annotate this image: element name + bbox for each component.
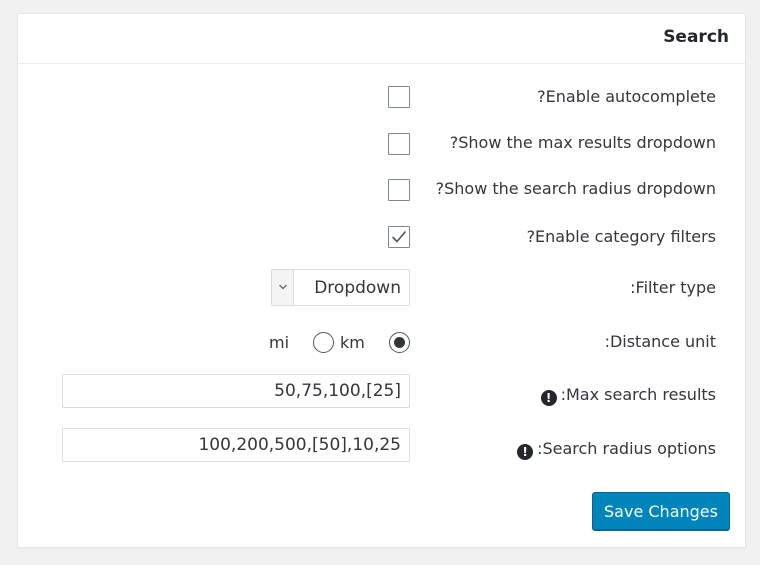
distance-unit-km-radio[interactable] bbox=[313, 332, 334, 353]
distance-unit-label: :Distance unit bbox=[604, 332, 716, 351]
select-arrow bbox=[272, 270, 294, 305]
distance-unit-mi-radio[interactable] bbox=[389, 332, 410, 353]
radio-selected-dot bbox=[394, 337, 405, 348]
max-search-results-label: :Max search results bbox=[560, 385, 716, 404]
show-search-radius-checkbox[interactable] bbox=[388, 179, 410, 201]
enable-category-filters-checkbox[interactable] bbox=[388, 226, 410, 248]
search-radius-options-input[interactable] bbox=[62, 428, 410, 462]
search-settings-panel: Search ?Enable autocomplete ?Show the ma… bbox=[17, 13, 746, 548]
filter-type-select[interactable]: Dropdown bbox=[271, 269, 410, 306]
exclamation-circle-icon[interactable]: ! bbox=[517, 444, 534, 460]
enable-autocomplete-checkbox[interactable] bbox=[388, 86, 410, 108]
enable-category-filters-label: ?Enable category filters bbox=[526, 227, 716, 246]
radio-label-mi: mi bbox=[269, 333, 290, 352]
panel-header: Search bbox=[18, 14, 745, 64]
search-radius-options-row-label: !:Search radius options bbox=[517, 439, 716, 460]
panel-title: Search bbox=[663, 27, 729, 47]
chevron-down-icon bbox=[279, 284, 287, 290]
show-max-results-label: ?Show the max results dropdown bbox=[449, 133, 716, 152]
radio-label-km: km bbox=[340, 333, 365, 352]
checkmark-icon bbox=[392, 231, 406, 243]
save-changes-button[interactable]: Save Changes bbox=[592, 492, 730, 530]
enable-autocomplete-label: ?Enable autocomplete bbox=[537, 87, 716, 106]
max-search-results-row-label: !:Max search results bbox=[540, 385, 716, 406]
max-search-results-input[interactable] bbox=[62, 374, 410, 408]
search-radius-options-label: :Search radius options bbox=[537, 439, 716, 458]
exclamation-circle-icon[interactable]: ! bbox=[540, 390, 557, 406]
filter-type-value: Dropdown bbox=[314, 278, 401, 298]
show-max-results-checkbox[interactable] bbox=[388, 133, 410, 155]
show-search-radius-label: ?Show the search radius dropdown bbox=[435, 179, 716, 198]
filter-type-label: :Filter type bbox=[630, 278, 716, 297]
